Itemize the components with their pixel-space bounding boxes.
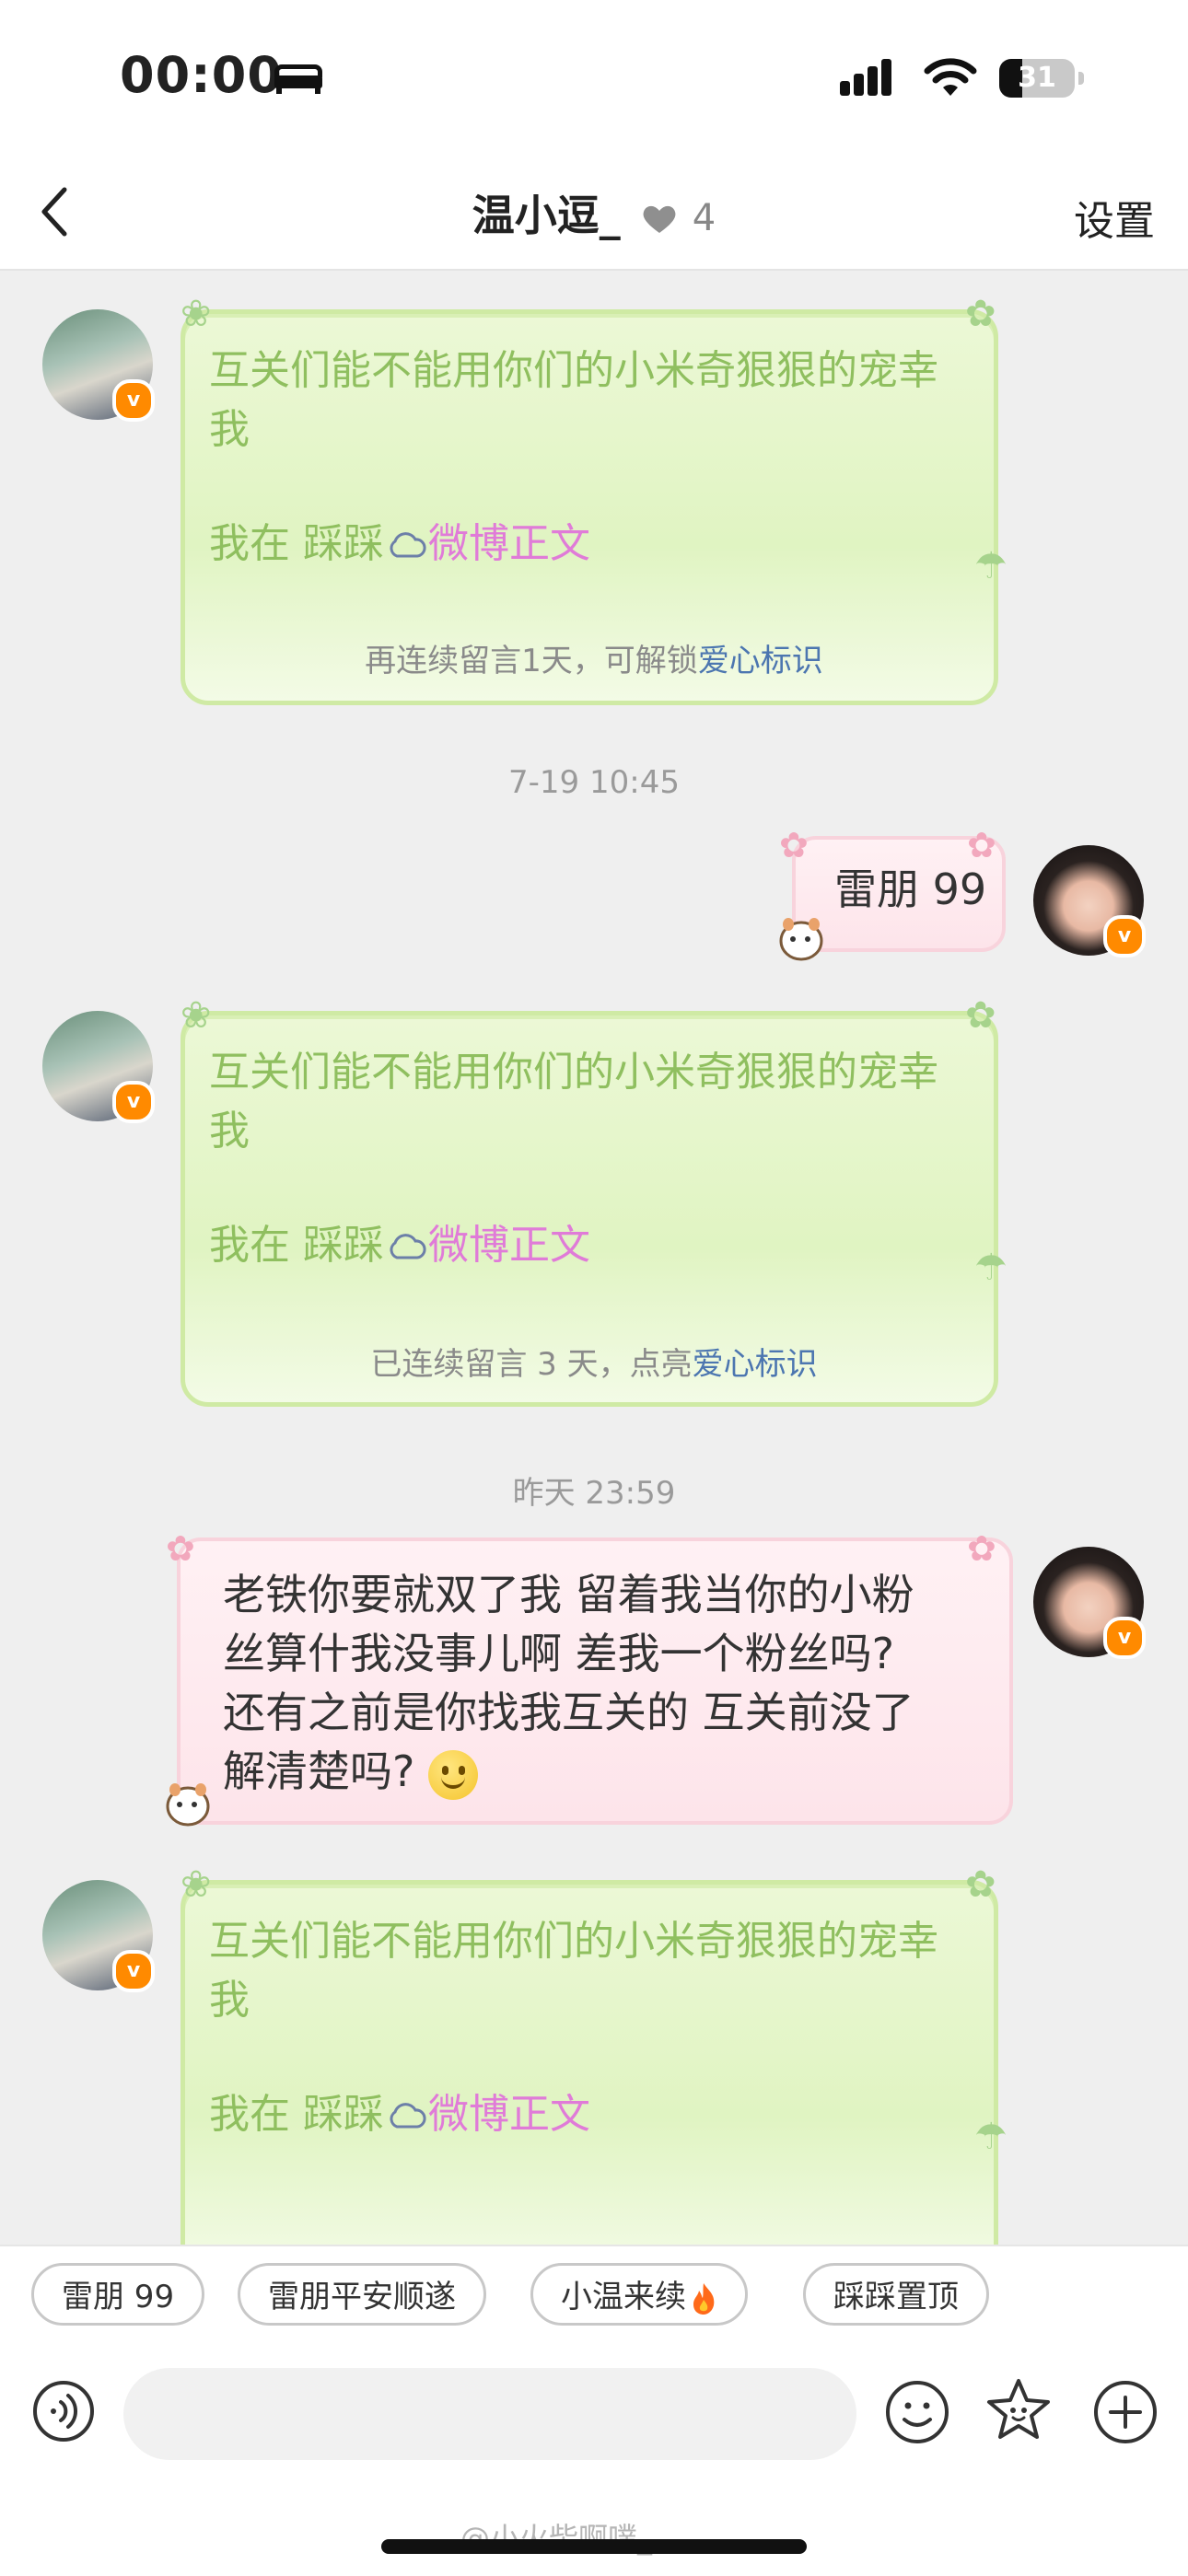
my-avatar[interactable]: v	[1033, 845, 1146, 957]
contact-avatar[interactable]: v	[42, 309, 155, 422]
chat-title[interactable]: 温小逗_ 4	[0, 182, 1188, 243]
leaf-decoration-icon: ❀	[181, 994, 212, 1037]
message-line: 解清楚吗?	[223, 1746, 415, 1796]
message-text: 互关们能不能用你们的小米奇狠狠的宠幸我	[209, 347, 938, 453]
verified-badge-icon: v	[112, 379, 155, 422]
hamster-sticker-icon	[166, 1783, 210, 1827]
message-line: 老铁你要就双了我 留着我当你的小粉	[223, 1570, 914, 1619]
flower-decoration-icon: ✿	[965, 994, 996, 1037]
heart-badge-link[interactable]: 爱心标识	[698, 643, 823, 679]
umbrella-decoration-icon: ☂	[974, 1247, 1007, 1289]
verified-badge-icon: v	[112, 1950, 155, 1992]
my-message-bubble[interactable]: 老铁你要就双了我 留着我当你的小粉 丝算什我没事儿啊 差我一个粉丝吗? 还有之前…	[177, 1537, 1013, 1825]
flower-decoration-icon: ✿	[967, 1528, 996, 1569]
chip-label: 踩踩置顶	[833, 2279, 959, 2315]
umbrella-decoration-icon: ☂	[974, 545, 1007, 587]
chip-label: 雷朋平安顺遂	[268, 2279, 456, 2315]
wifi-icon	[924, 58, 977, 96]
contact-avatar[interactable]: v	[42, 1011, 155, 1123]
message-prefix: 我在 踩踩	[209, 520, 384, 567]
emoji-icon[interactable]	[884, 2379, 950, 2445]
chip-label: 雷朋 99	[62, 2279, 175, 2315]
quick-reply-chip[interactable]: 雷朋平安顺遂	[238, 2263, 486, 2326]
message-bubble[interactable]: 互关们能不能用你们的小米奇狠狠的宠幸我 我在 踩踩 微博正文	[181, 1880, 998, 2276]
timestamp: 7-19 10:45	[508, 764, 680, 801]
contact-name: 温小逗_	[472, 191, 621, 240]
hamster-sticker-icon	[779, 918, 823, 961]
message-line: 还有之前是你找我互关的 互关前没了	[223, 1688, 914, 1737]
message-line: 丝算什我没事儿啊 差我一个粉丝吗?	[223, 1629, 895, 1678]
settings-button[interactable]: 设置	[1074, 188, 1155, 247]
star-sticker-icon[interactable]	[984, 2375, 1054, 2445]
message-link-line: 我在 踩踩 微博正文	[209, 1216, 590, 1275]
message-text: 互关们能不能用你们的小米奇狠狠的宠幸我	[209, 1918, 938, 2024]
message-link-line: 我在 踩踩 微博正文	[209, 515, 590, 574]
my-message-text: 雷朋 99	[834, 864, 987, 914]
message-prefix: 我在 踩踩	[209, 2091, 384, 2138]
cloud-icon	[390, 1234, 426, 1259]
verified-badge-icon: v	[112, 1081, 155, 1123]
message-text: 互关们能不能用你们的小米奇狠狠的宠幸我	[209, 1049, 938, 1155]
contact-avatar[interactable]: v	[42, 1880, 155, 1992]
weibo-post-link[interactable]: 微博正文	[428, 1222, 590, 1269]
flower-decoration-icon: ✿	[965, 1863, 996, 1906]
heart-badge-link[interactable]: 爱心标识	[693, 1346, 818, 1383]
leaf-decoration-icon: ❀	[181, 293, 212, 335]
chat-header: 温小逗_ 4 设置	[0, 157, 1188, 271]
verified-badge-icon: v	[1103, 1617, 1146, 1659]
fire-icon	[693, 2282, 715, 2315]
streak-note-text: 已连续留言 3 天，点亮	[370, 1346, 693, 1383]
gray-heart-icon	[643, 205, 676, 233]
voice-icon[interactable]	[31, 2379, 96, 2443]
message-link-line: 我在 踩踩 微博正文	[209, 2085, 590, 2144]
my-avatar[interactable]: v	[1033, 1547, 1146, 1659]
cloud-icon	[390, 2103, 426, 2129]
plus-icon[interactable]	[1092, 2379, 1159, 2445]
battery-icon: 31	[999, 59, 1084, 98]
quick-reply-chip[interactable]: 小温来续	[530, 2263, 748, 2326]
message-input[interactable]	[123, 2368, 856, 2460]
cellular-signal-icon	[840, 59, 904, 96]
timestamp: 昨天 23:59	[512, 1475, 676, 1512]
verified-badge-icon: v	[1103, 915, 1146, 957]
smile-emoji-icon	[428, 1749, 479, 1800]
sleep-mode-icon	[274, 64, 322, 94]
flower-decoration-icon: ✿	[779, 825, 809, 865]
weibo-post-link[interactable]: 微博正文	[428, 2091, 590, 2138]
flower-decoration-icon: ✿	[967, 825, 996, 865]
home-indicator[interactable]	[381, 2539, 807, 2554]
my-message-text: 老铁你要就双了我 留着我当你的小粉 丝算什我没事儿啊 差我一个粉丝吗? 还有之前…	[223, 1565, 914, 1801]
flower-decoration-icon: ✿	[965, 293, 996, 335]
umbrella-decoration-icon: ☂	[974, 2116, 1007, 2158]
quick-reply-chip[interactable]: 雷朋 99	[31, 2263, 205, 2326]
message-prefix: 我在 踩踩	[209, 1222, 384, 1269]
streak-note: 再连续留言1天，可解锁爱心标识	[0, 635, 1188, 680]
streak-note-text: 再连续留言1天，可解锁	[365, 643, 698, 679]
weibo-post-link[interactable]: 微博正文	[428, 520, 590, 567]
quick-reply-chip[interactable]: 踩踩置顶	[803, 2263, 989, 2326]
chip-label: 小温来续	[561, 2279, 686, 2315]
leaf-decoration-icon: ❀	[181, 1863, 212, 1906]
cloud-icon	[390, 532, 426, 558]
status-time: 00:00	[120, 46, 283, 104]
status-bar: 00:00 31	[0, 0, 1188, 157]
heart-count: 4	[692, 197, 716, 239]
flower-decoration-icon: ✿	[166, 1528, 195, 1569]
battery-level: 31	[1018, 62, 1056, 94]
streak-note: 已连续留言 3 天，点亮爱心标识	[0, 1339, 1188, 1384]
